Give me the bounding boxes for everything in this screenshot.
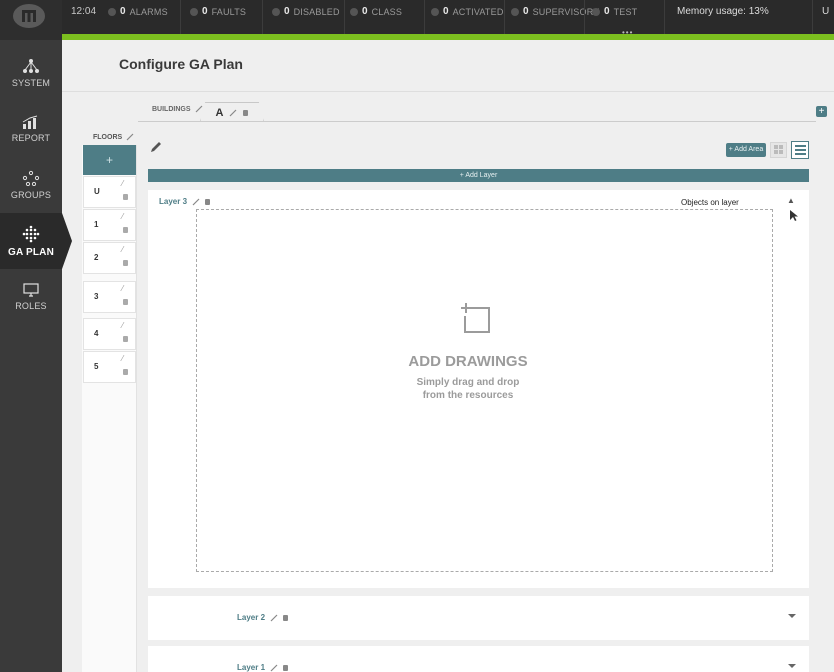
status-dot-icon: [511, 7, 519, 16]
sidebar-item-report[interactable]: REPORT: [0, 101, 62, 157]
layer-title: Layer 3: [159, 197, 211, 206]
add-drawings-title: ADD DRAWINGS: [408, 353, 528, 370]
app-logo[interactable]: [13, 4, 45, 28]
top-status-bar: 12:04 0 ALARMS 0 FAULTS 0 DISABLED 0 CLASS 0…: [0, 0, 834, 40]
edit-floor-icon[interactable]: ⁄: [122, 354, 123, 363]
main-sidebar: SYSTEM REPORT GROUPS GA PLAN ROLES: [0, 40, 72, 672]
floors-list: + U ⁄ 1 ⁄ 2 ⁄ 3 ⁄ 4 ⁄ 5 ⁄: [82, 145, 137, 672]
add-drawings-hint: Simply drag and drop from the resources: [416, 377, 520, 401]
edit-floor-icon[interactable]: ⁄: [122, 212, 123, 221]
expand-layer-icon[interactable]: [788, 614, 796, 618]
logo-icon: [22, 10, 36, 22]
building-tab-a[interactable]: A: [200, 102, 264, 122]
edit-building-icon[interactable]: [229, 109, 237, 117]
groups-icon: [22, 170, 40, 186]
sidebar-item-label: SYSTEM: [11, 78, 51, 88]
alarms-counter[interactable]: 0 ALARMS: [108, 6, 168, 17]
sidebar-item-roles[interactable]: ROLES: [0, 269, 62, 325]
add-area-button[interactable]: + Add Area: [726, 143, 766, 157]
delete-layer-icon[interactable]: [283, 664, 289, 671]
grid-view-button[interactable]: [770, 142, 787, 158]
status-dot-icon: [350, 7, 358, 16]
add-floor-button[interactable]: +: [83, 145, 136, 175]
user-menu[interactable]: U: [822, 6, 829, 17]
status-dot-icon: [431, 7, 439, 16]
tab-divider: [138, 121, 816, 122]
layer-title: Layer 1: [237, 663, 289, 672]
sidebar-item-system[interactable]: SYSTEM: [0, 45, 62, 101]
class-counter[interactable]: 0 CLASS: [350, 6, 402, 17]
monitor-icon: [23, 283, 39, 297]
edit-layer-icon[interactable]: [270, 664, 278, 672]
status-dot-icon: [592, 7, 600, 16]
floor-item-3[interactable]: 3 ⁄: [83, 281, 136, 313]
add-building-button[interactable]: +: [816, 106, 827, 117]
faults-counter[interactable]: 0 FAULTS: [190, 6, 246, 17]
sidebar-item-label: GROUPS: [10, 190, 52, 200]
edit-floor-icon[interactable]: ⁄: [122, 179, 123, 188]
edit-floor-icon[interactable]: ⁄: [122, 284, 123, 293]
edit-floor-icon[interactable]: ⁄: [122, 321, 123, 330]
sidebar-item-label: REPORT: [11, 133, 51, 143]
layer-panel-collapsed[interactable]: Layer 2: [148, 596, 809, 640]
memory-usage: Memory usage: 13%: [677, 6, 769, 17]
sidebar-item-label: GA PLAN: [7, 246, 55, 258]
floor-item-5[interactable]: 5 ⁄: [83, 351, 136, 383]
collapse-layer-icon[interactable]: ▲: [787, 196, 795, 205]
delete-floor-icon[interactable]: [123, 336, 128, 342]
list-view-button[interactable]: [791, 141, 809, 159]
status-dot-icon: [272, 7, 280, 16]
expand-layer-icon[interactable]: [788, 664, 796, 668]
clock-time: 12:04: [71, 6, 97, 17]
edit-layer-icon[interactable]: [192, 198, 200, 206]
delete-floor-icon[interactable]: [123, 299, 128, 305]
delete-layer-icon[interactable]: [205, 198, 211, 205]
floor-item-4[interactable]: 4 ⁄: [83, 318, 136, 350]
floor-item-u[interactable]: U ⁄: [83, 176, 136, 208]
edit-layer-icon[interactable]: [270, 614, 278, 622]
page-title: Configure GA Plan: [119, 56, 243, 72]
layer-title: Layer 2: [237, 613, 289, 622]
sidebar-item-ga-plan[interactable]: GA PLAN: [0, 213, 72, 269]
grid-view-icon: [773, 145, 783, 154]
edit-floors-icon[interactable]: [126, 133, 134, 141]
add-drawing-icon: [461, 303, 490, 333]
sidebar-item-label: ROLES: [15, 301, 47, 311]
draw-pencil-icon[interactable]: [149, 140, 163, 154]
delete-floor-icon[interactable]: [123, 194, 128, 200]
floor-item-1[interactable]: 1 ⁄: [83, 209, 136, 241]
sidebar-item-groups[interactable]: GROUPS: [0, 157, 62, 213]
pointer-tool-icon[interactable]: [789, 209, 799, 222]
drag-grip-icon[interactable]: •••: [622, 29, 633, 37]
edit-buildings-icon[interactable]: [195, 105, 203, 113]
delete-floor-icon[interactable]: [123, 227, 128, 233]
delete-floor-icon[interactable]: [123, 260, 128, 266]
delete-building-icon[interactable]: [243, 109, 249, 116]
edit-floor-icon[interactable]: ⁄: [122, 245, 123, 254]
network-icon: [23, 59, 39, 73]
floor-item-2[interactable]: 2 ⁄: [83, 242, 136, 274]
list-view-icon: [794, 145, 806, 155]
floors-label: FLOORS: [93, 133, 134, 141]
status-dot-icon: [108, 7, 116, 16]
disabled-counter[interactable]: 0 DISABLED: [272, 6, 340, 17]
objects-on-layer-label: Objects on layer: [681, 198, 739, 207]
activated-counter[interactable]: 0 ACTIVATED: [431, 6, 504, 17]
layer-panel-collapsed[interactable]: Layer 1: [148, 646, 809, 672]
status-dot-icon: [190, 7, 198, 16]
page-header: Configure GA Plan: [62, 40, 834, 92]
logo-cell: [0, 0, 62, 40]
add-layer-button[interactable]: + Add Layer: [148, 169, 809, 182]
buildings-label: BUILDINGS: [152, 105, 203, 113]
delete-layer-icon[interactable]: [283, 614, 289, 621]
delete-floor-icon[interactable]: [123, 369, 128, 375]
test-counter[interactable]: 0 TEST: [592, 6, 637, 17]
dot-grid-icon: [22, 225, 40, 242]
bar-chart-icon: [22, 115, 38, 129]
supervisory-counter[interactable]: 0 SUPERVISORY: [511, 6, 599, 17]
